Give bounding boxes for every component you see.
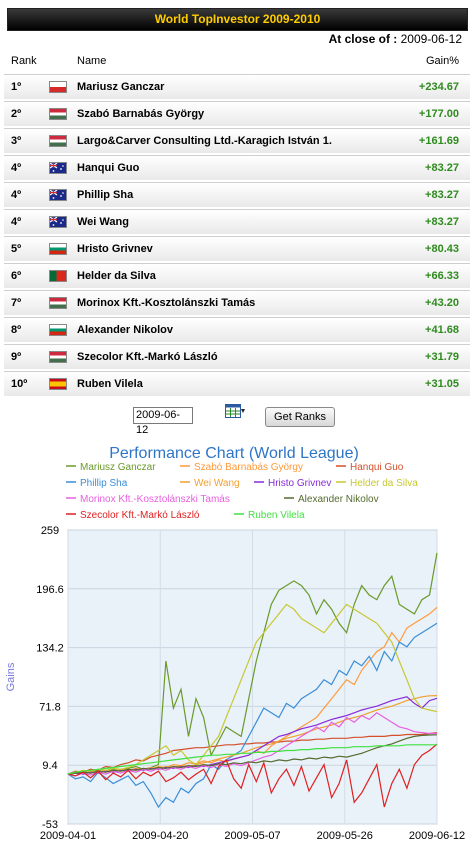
table-row: 4º Phillip Sha +83.27 (4, 182, 470, 207)
name-cell[interactable]: Wei Wang (77, 216, 129, 228)
portugal-flag-icon (49, 270, 67, 282)
gain-cell: +41.68 (425, 324, 459, 336)
name-cell[interactable]: Hristo Grivnev (77, 243, 153, 255)
x-tick-label: 2009-05-07 (224, 830, 280, 842)
rank-cell: 2º (11, 108, 22, 120)
name-header: Name (77, 55, 107, 67)
table-row: 2º Szabó Barnabás György +177.00 (4, 101, 470, 126)
name-cell[interactable]: Alexander Nikolov (77, 324, 173, 336)
rank-cell: 4º (11, 189, 22, 201)
x-tick-label: 2009-05-26 (317, 830, 373, 842)
bulgaria-flag-icon (49, 324, 67, 336)
chart-title: Performance Chart (World League) (109, 445, 359, 462)
legend-entry: Wei Wang (194, 478, 240, 489)
y-tick-label: 71.8 (39, 701, 60, 713)
performance-chart: Performance Chart (World League)Mariusz … (5, 445, 465, 842)
legend-entry: Hristo Grivnev (268, 478, 331, 489)
rank-cell: 1º (11, 81, 22, 93)
hungary-flag-icon (49, 351, 67, 363)
gain-cell: +234.67 (418, 81, 459, 93)
table-row: 4º Hanqui Guo +83.27 (4, 155, 470, 180)
y-tick-label: 134.2 (36, 643, 64, 655)
calendar-icon[interactable] (225, 404, 245, 420)
legend-entry: Hanqui Guo (350, 462, 404, 473)
name-cell[interactable]: Hanqui Guo (77, 162, 139, 174)
legend-entry: Ruben Vilela (248, 510, 305, 521)
hungary-flag-icon (49, 108, 67, 120)
y-tick-label: 196.6 (36, 584, 64, 596)
australia-flag-icon (49, 216, 67, 228)
rank-cell: 7º (11, 297, 22, 309)
australia-flag-icon (49, 189, 67, 201)
gain-cell: +43.20 (425, 297, 459, 309)
name-cell[interactable]: Szabó Barnabás György (77, 108, 204, 120)
rank-cell: 6º (11, 270, 22, 282)
rank-cell: 5º (11, 243, 22, 255)
gain-header: Gain% (425, 55, 459, 67)
bulgaria-flag-icon (49, 243, 67, 255)
page-title: World TopInvestor 2009-2010 (7, 8, 468, 31)
legend-entry: Szecolor Kft.-Markó László (80, 510, 200, 521)
hungary-flag-icon (49, 297, 67, 309)
get-ranks-button[interactable]: Get Ranks (265, 407, 335, 427)
name-cell[interactable]: Phillip Sha (77, 189, 133, 201)
gain-cell: +177.00 (418, 108, 459, 120)
rank-cell: 9º (11, 351, 22, 363)
rank-header: Rank (11, 55, 37, 67)
gain-cell: +161.69 (418, 135, 459, 147)
rank-cell: 8º (11, 324, 22, 336)
table-header: Rank Name Gain% (0, 55, 474, 73)
close-date-line: At close of : 2009-06-12 (329, 32, 462, 46)
legend-entry: Szabó Barnabás György (194, 462, 303, 473)
legend-entry: Alexander Nikolov (298, 494, 379, 505)
table-row: 9º Szecolor Kft.-Markó László +31.79 (4, 344, 470, 369)
y-tick-label: 9.4 (42, 760, 57, 772)
table-row: 8º Alexander Nikolov +41.68 (4, 317, 470, 342)
gain-cell: +66.33 (425, 270, 459, 282)
y-tick-label: 259 (41, 525, 59, 537)
gain-cell: +31.79 (425, 351, 459, 363)
name-cell[interactable]: Szecolor Kft.-Markó László (77, 351, 218, 363)
x-tick-label: 2009-04-01 (40, 830, 96, 842)
rank-cell: 4º (11, 216, 22, 228)
gain-cell: +83.27 (425, 216, 459, 228)
y-axis-label: Gains (5, 662, 17, 691)
rank-cell: 4º (11, 162, 22, 174)
table-row: 7º Morinox Kft.-Kosztolánszki Tamás +43.20 (4, 290, 470, 315)
rank-cell: 3º (11, 135, 22, 147)
gain-cell: +83.27 (425, 189, 459, 201)
rank-cell: 10º (11, 378, 28, 390)
legend-entry: Morinox Kft.-Kosztolánszki Tamás (80, 494, 230, 505)
hungary-flag-icon (49, 135, 67, 147)
table-row: 4º Wei Wang +83.27 (4, 209, 470, 234)
table-row: 10º Ruben Vilela +31.05 (4, 371, 470, 396)
x-tick-label: 2009-04-20 (132, 830, 188, 842)
name-cell[interactable]: Helder da Silva (77, 270, 156, 282)
name-cell[interactable]: Morinox Kft.-Kosztolánszki Tamás (77, 297, 255, 309)
spain-flag-icon (49, 378, 67, 390)
close-label: At close of : (328, 32, 398, 46)
ranking-table: 1º Mariusz Ganczar +234.67 2º Szabó Barnabás… (4, 74, 470, 398)
poland-flag-icon (49, 81, 67, 93)
table-row: 5º Hristo Grivnev +80.43 (4, 236, 470, 261)
name-cell[interactable]: Largo&Carver Consulting Ltd.-Karagich Is… (77, 135, 332, 147)
australia-flag-icon (49, 162, 67, 174)
close-date: 2009-06-12 (400, 32, 462, 46)
legend-entry: Phillip Sha (80, 478, 128, 489)
gain-cell: +80.43 (425, 243, 459, 255)
date-input[interactable]: 2009-06-12 (133, 407, 193, 436)
table-row: 1º Mariusz Ganczar +234.67 (4, 74, 470, 99)
legend-entry: Mariusz Ganczar (80, 462, 156, 473)
gain-cell: +31.05 (425, 378, 459, 390)
legend-entry: Helder da Silva (350, 478, 418, 489)
x-tick-label: 2009-06-12 (409, 830, 465, 842)
table-row: 3º Largo&Carver Consulting Ltd.-Karagich … (4, 128, 470, 153)
gain-cell: +83.27 (425, 162, 459, 174)
name-cell[interactable]: Ruben Vilela (77, 378, 143, 390)
table-row: 6º Helder da Silva +66.33 (4, 263, 470, 288)
name-cell[interactable]: Mariusz Ganczar (77, 81, 164, 93)
